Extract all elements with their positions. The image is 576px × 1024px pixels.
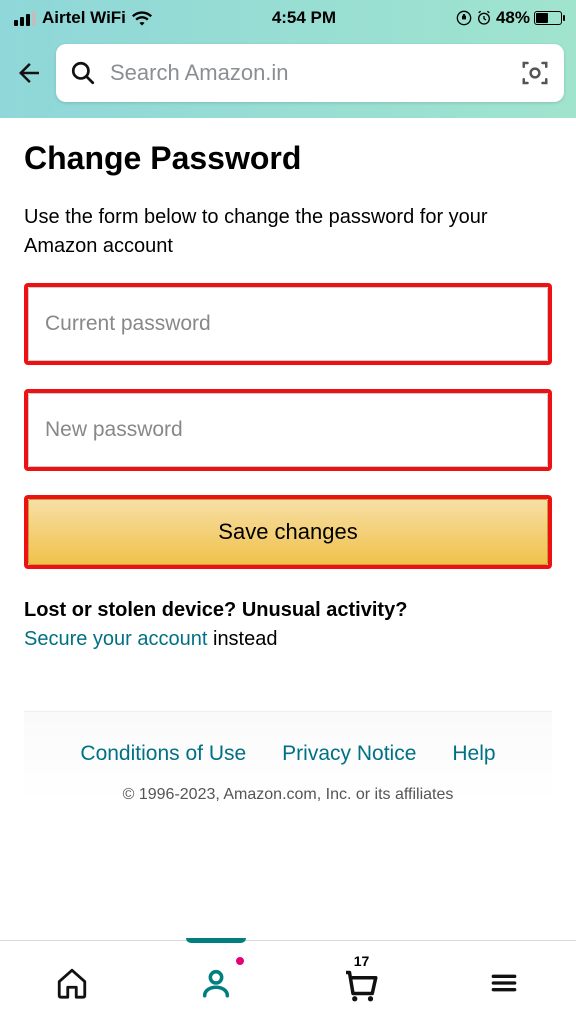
copyright-text: © 1996-2023, Amazon.com, Inc. or its aff… (24, 786, 552, 804)
battery-pct: 48% (496, 8, 530, 28)
app-header: Search Amazon.in (0, 36, 576, 118)
notification-dot-icon (234, 955, 246, 967)
new-password-input[interactable]: New password (28, 393, 548, 467)
bottom-nav: 17 (0, 940, 576, 1024)
footer: Conditions of Use Privacy Notice Help © … (24, 711, 552, 804)
carrier-label: Airtel WiFi (42, 8, 126, 28)
cart-count-badge: 17 (354, 953, 370, 969)
lost-device-heading: Lost or stolen device? Unusual activity? (24, 599, 552, 622)
status-time: 4:54 PM (272, 8, 336, 28)
home-icon (55, 966, 89, 1000)
nav-cart[interactable]: 17 (288, 941, 432, 1024)
status-bar: Airtel WiFi 4:54 PM 48% (0, 0, 576, 36)
status-left: Airtel WiFi (14, 8, 152, 28)
nav-home[interactable] (0, 941, 144, 1024)
save-button-label: Save changes (218, 519, 357, 545)
hamburger-icon (488, 967, 520, 999)
current-password-placeholder: Current password (45, 312, 211, 336)
page-title: Change Password (24, 140, 552, 177)
new-password-placeholder: New password (45, 418, 183, 442)
wifi-icon (132, 10, 152, 26)
status-right: 48% (456, 8, 562, 28)
instead-text: instead (207, 628, 277, 650)
footer-links-row: Conditions of Use Privacy Notice Help (24, 742, 552, 766)
search-box[interactable]: Search Amazon.in (56, 44, 564, 102)
privacy-link[interactable]: Privacy Notice (282, 742, 416, 766)
secure-account-link[interactable]: Secure your account (24, 628, 207, 650)
help-link[interactable]: Help (452, 742, 495, 766)
conditions-link[interactable]: Conditions of Use (80, 742, 246, 766)
page-description: Use the form below to change the passwor… (24, 203, 552, 261)
save-button-highlight: Save changes (24, 495, 552, 569)
new-password-highlight: New password (24, 389, 552, 471)
current-password-highlight: Current password (24, 283, 552, 365)
save-changes-button[interactable]: Save changes (28, 499, 548, 565)
orientation-lock-icon (456, 10, 472, 26)
camera-lens-icon[interactable] (520, 58, 550, 88)
signal-icon (14, 11, 36, 26)
nav-menu[interactable] (432, 941, 576, 1024)
lost-device-subtext: Secure your account instead (24, 628, 552, 651)
search-icon (70, 60, 96, 86)
search-placeholder: Search Amazon.in (110, 60, 520, 86)
current-password-input[interactable]: Current password (28, 287, 548, 361)
active-tab-indicator (186, 938, 246, 943)
back-button[interactable] (12, 56, 46, 90)
alarm-icon (476, 10, 492, 26)
nav-profile[interactable] (144, 941, 288, 1024)
profile-icon (199, 966, 233, 1000)
battery-icon (534, 11, 562, 25)
main-content: Change Password Use the form below to ch… (0, 118, 576, 826)
